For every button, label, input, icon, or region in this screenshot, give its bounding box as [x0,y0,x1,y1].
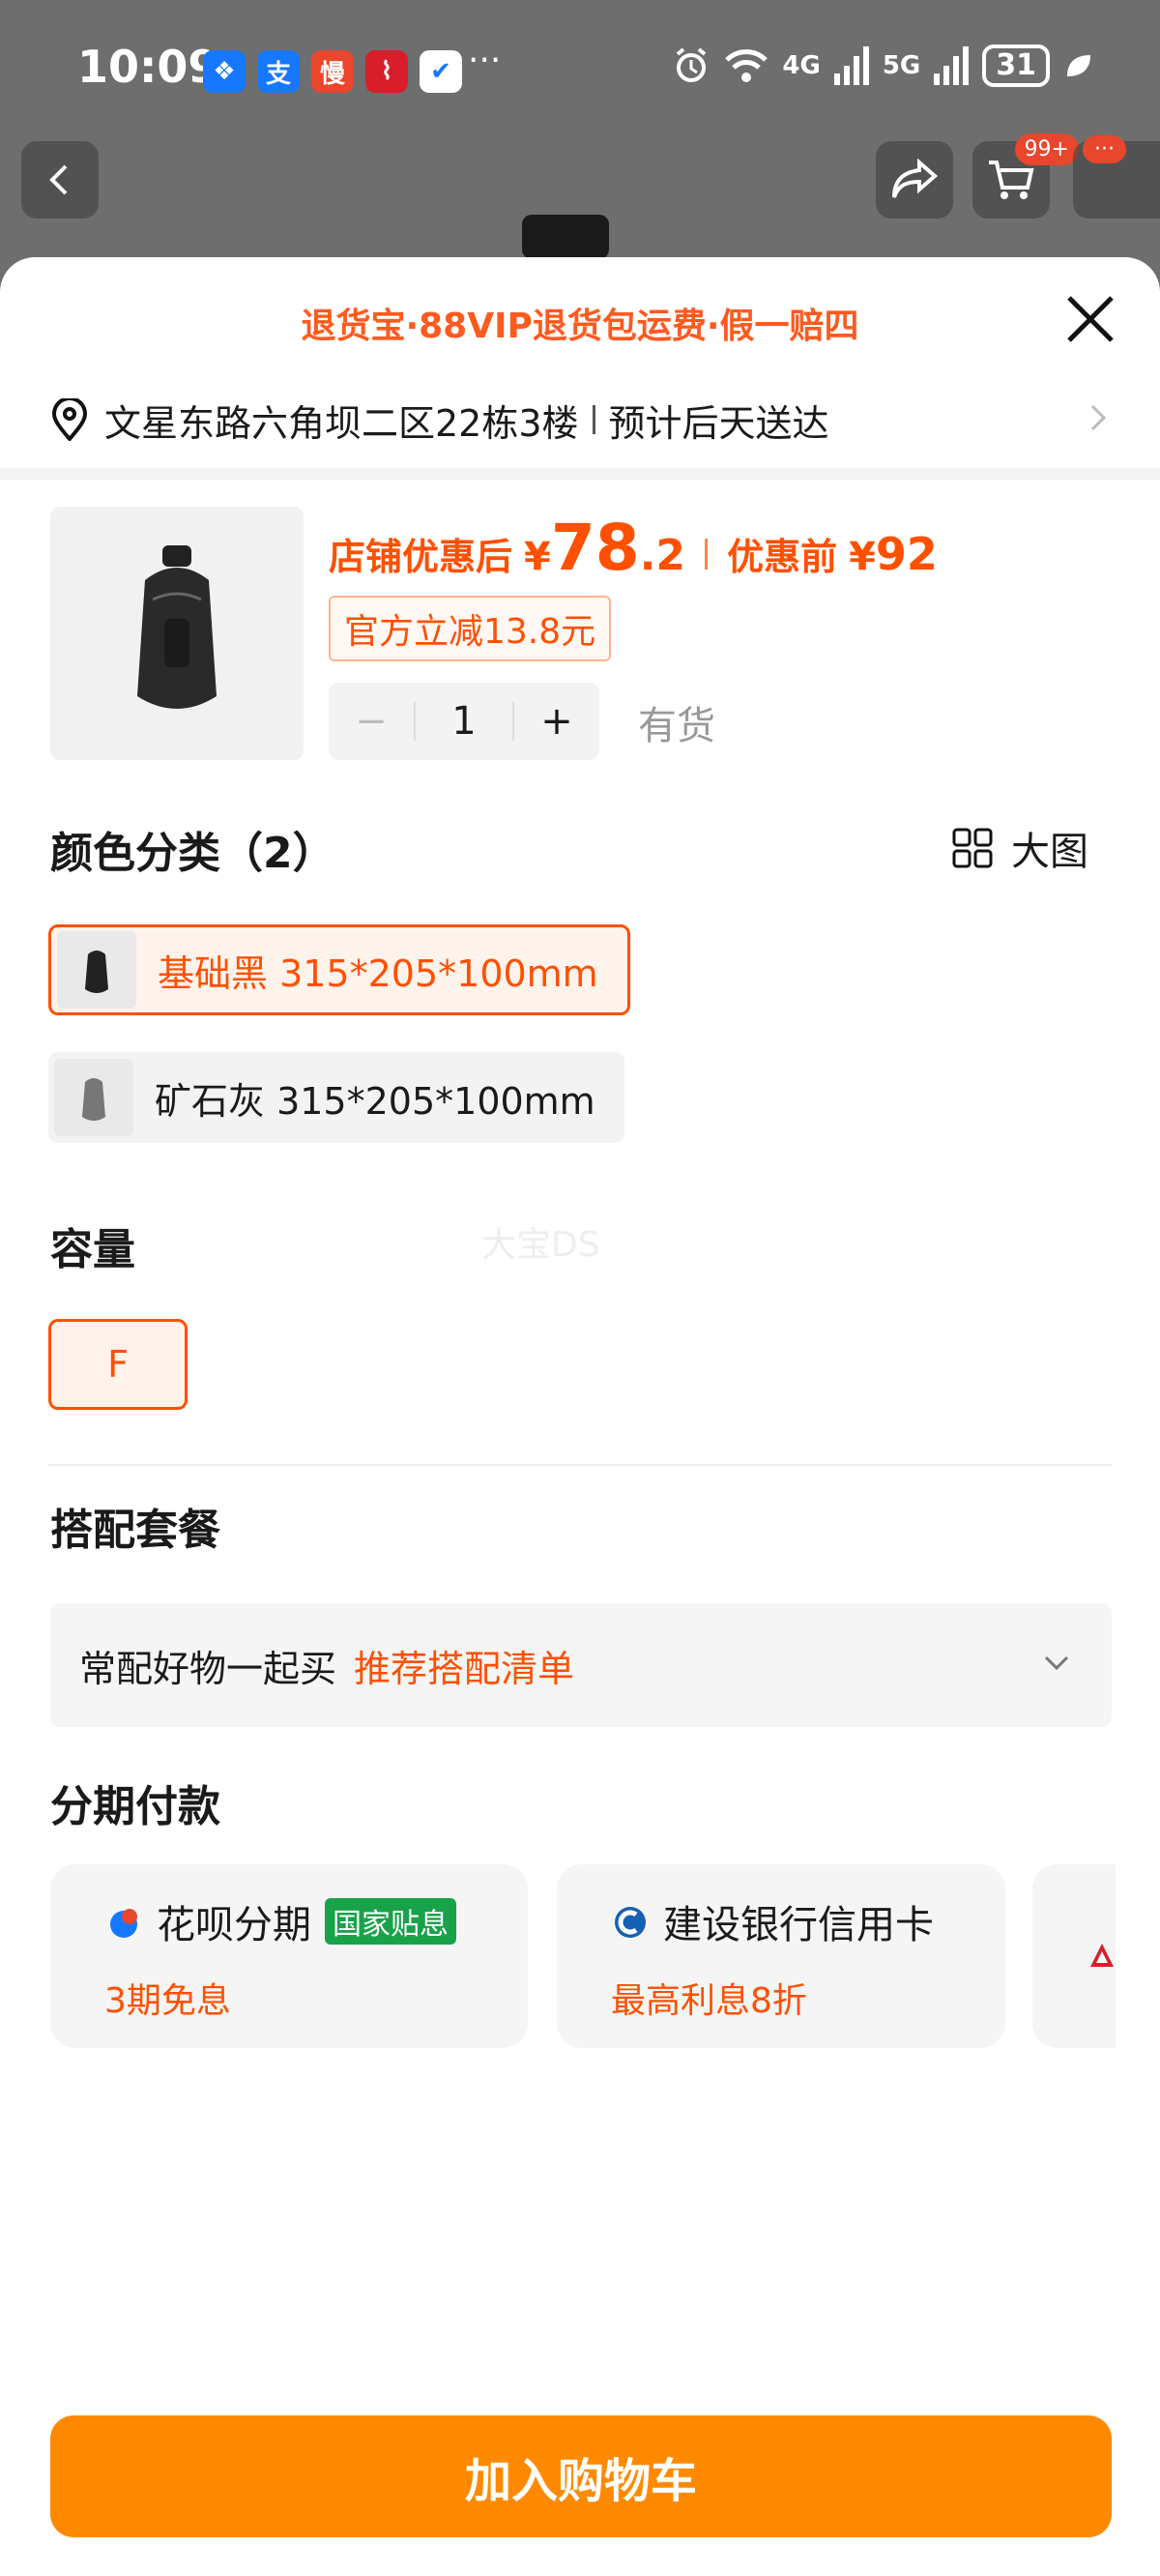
signal-5g-icon [934,46,970,85]
ccb-title: 建设银行信用卡 [663,1903,934,1947]
price-separator [705,539,709,570]
more-button[interactable]: ··· [1073,135,1160,219]
more-badge: ··· [1083,135,1126,163]
currency-symbol: ¥ [524,535,551,579]
capacity-section-title: 容量 [50,1225,135,1274]
section-divider [48,1464,1112,1466]
cart-button[interactable]: 99+ [972,133,1079,219]
section-divider [0,468,1160,480]
huabei-title: 花呗分期 [157,1903,311,1947]
installment-card-title: 花呗分期 国家贴息 [157,1893,456,1949]
sling-bag-image [82,1078,105,1121]
decrease-button[interactable]: − [329,699,414,744]
color-thumbnail-black [57,931,136,1009]
color-option-label: 基础黑 315*205*100mm [158,951,598,995]
chevron-down-icon [1044,1655,1069,1671]
check-app-icon: ✔ [420,50,462,93]
bundle-section-title: 搭配套餐 [50,1506,220,1555]
original-currency-symbol: ¥ [849,535,876,579]
status-bar: 10:09 ❖ 支 慢 ⌇ ✔ ··· 4G 5G 31 [0,0,1160,135]
color-thumbnail-gray [54,1059,133,1136]
alarm-icon [677,47,707,82]
installment-card-partial[interactable] [1032,1864,1116,2048]
grid-icon [952,828,993,868]
battery-indicator: 31 [982,44,1050,87]
alipay-zhi-icon: 支 [257,50,300,93]
more-notifications-icon: ··· [468,41,502,80]
alipay-blue-icon: ❖ [203,50,246,93]
chart-app-icon: ⌇ [365,50,408,93]
ccb-subtitle: 最高利息8折 [611,1981,807,2021]
man-app-icon: 慢 [311,50,354,93]
original-price-label: 优惠前 [727,536,838,578]
huabei-subtitle: 3期免息 [104,1981,231,2021]
price-line: 店铺优惠后 ¥ 78 .2 优惠前 ¥ 92 [329,511,938,585]
color-section-title: 颜色分类（2） [50,829,335,878]
installment-card-huabei[interactable]: 花呗分期 国家贴息 3期免息 [50,1864,528,2048]
original-price: 92 [875,528,938,580]
share-icon [892,159,939,198]
back-button[interactable] [21,141,99,219]
share-button[interactable] [876,141,953,219]
gov-subsidy-badge: 国家贴息 [325,1898,456,1945]
delivery-address-row[interactable]: 文星东路六角坝二区22栋3楼 预计后天送达 [50,381,1114,458]
add-to-cart-button[interactable]: 加入购物车 [50,2415,1112,2537]
stock-status: 有货 [638,704,715,748]
installment-card-title: 建设银行信用卡 [663,1893,934,1949]
price-integer: 78 [550,511,640,585]
status-indicators: 4G 5G 31 [672,44,1092,87]
installment-card-ccb[interactable]: 建设银行信用卡 最高利息8折 [557,1864,1005,2048]
cart-count-badge: 99+ [1014,133,1079,165]
product-thumbnail[interactable] [50,507,304,760]
bundle-link[interactable]: 推荐搭配清单 [354,1639,574,1692]
product-image-peek [522,215,609,259]
close-icon[interactable] [1059,288,1121,350]
quantity-value[interactable]: 1 [414,702,514,741]
signal-4g-icon [833,46,869,85]
status-time: 10:09 [77,41,219,93]
big-view-toggle[interactable]: 大图 [951,820,1088,876]
bundle-text: 常配好物一起买 [79,1647,337,1690]
network-4g-label: 4G [782,51,821,80]
sling-bag-image [137,545,217,709]
address-separator [592,405,595,434]
chevron-right-icon [1090,404,1107,431]
big-view-label: 大图 [1011,830,1088,874]
discounted-price-label: 店铺优惠后 [329,536,513,578]
leaf-icon [1067,55,1090,76]
quantity-stepper: − 1 + [329,683,599,760]
network-5g-label: 5G [882,51,921,80]
service-banner: 退货宝·88VIP退货包运费·假一赔四 [301,307,859,346]
address-text: 文星东路六角坝二区22栋3楼 [104,401,579,445]
watermark-text: 大宝DS [481,1225,600,1265]
color-option-black[interactable]: 基础黑 315*205*100mm [48,924,630,1015]
price-decimal: .2 [639,531,686,580]
ccb-logo-icon [615,1907,646,1938]
sku-selection-sheet: 退货宝·88VIP退货包运费·假一赔四 文星东路六角坝二区22栋3楼 预计后天送… [0,257,1160,2576]
installment-section-title: 分期付款 [50,1782,220,1831]
huabei-logo-icon [110,1909,137,1938]
coupon-badge: 官方立减13.8元 [329,596,612,661]
chevron-left-icon [49,164,68,195]
bundle-dropdown[interactable]: 常配好物一起买 推荐搭配清单 [50,1603,1112,1727]
wifi-icon [725,49,768,82]
bank-logo-icon [1090,1944,1114,1967]
color-option-gray[interactable]: 矿石灰 315*205*100mm [48,1052,624,1143]
location-pin-icon [51,398,88,441]
sling-bag-image [85,951,108,993]
capacity-option-f[interactable]: F [48,1319,188,1410]
delivery-estimate: 预计后天送达 [608,401,829,445]
notification-app-icons: ❖ 支 慢 ⌇ ✔ [203,50,462,93]
increase-button[interactable]: + [514,699,599,744]
color-option-label: 矿石灰 315*205*100mm [155,1079,595,1123]
